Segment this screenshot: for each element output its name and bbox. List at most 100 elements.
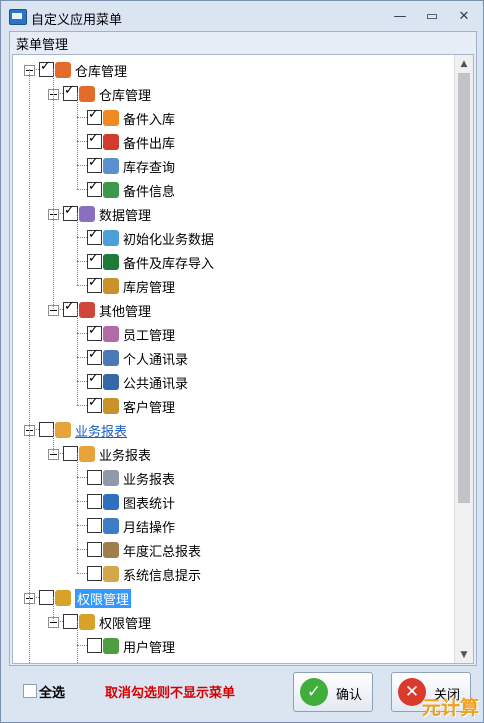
node-checkbox[interactable] [63, 446, 78, 461]
node-checkbox[interactable] [39, 590, 54, 605]
confirm-button[interactable]: ✓ 确认 [293, 672, 373, 712]
tree-guide-line [77, 93, 78, 189]
node-label[interactable]: 备件信息 [123, 181, 175, 200]
tree-node[interactable]: 业务报表 [13, 442, 453, 466]
close-window-button[interactable]: ✕ [451, 7, 477, 25]
node-label[interactable]: 备件入库 [123, 109, 175, 128]
tree-node[interactable]: 年度汇总报表 [13, 538, 453, 562]
node-checkbox[interactable] [87, 131, 102, 149]
node-label[interactable]: 员工管理 [123, 325, 175, 344]
node-checkbox[interactable] [87, 107, 102, 125]
node-label[interactable]: 月结操作 [123, 517, 175, 536]
tree-node[interactable]: 库存查询 [13, 154, 453, 178]
node-checkbox[interactable] [87, 155, 102, 173]
node-label[interactable]: 个人通讯录 [123, 349, 188, 368]
node-checkbox[interactable] [87, 275, 102, 293]
tree-node[interactable]: 用户管理 [13, 634, 453, 658]
tree-node[interactable]: 图表统计 [13, 490, 453, 514]
node-checkbox[interactable] [87, 494, 102, 509]
doc-icon [103, 470, 119, 486]
tree-node[interactable]: 权限管理 [13, 610, 453, 634]
node-checkbox[interactable] [87, 347, 102, 365]
tree-guide-line [53, 69, 54, 309]
node-checkbox[interactable] [87, 638, 102, 653]
minimize-button[interactable]: — [387, 7, 413, 25]
tree-node[interactable]: 备件出库 [13, 130, 453, 154]
node-checkbox[interactable] [87, 470, 102, 485]
vertical-scrollbar[interactable]: ▲ ▼ [454, 55, 473, 663]
tree-node[interactable]: 业务报表 [13, 466, 453, 490]
tree-node[interactable]: 备件入库 [13, 106, 453, 130]
info-icon [103, 182, 119, 198]
node-checkbox[interactable] [87, 227, 102, 245]
tree-node[interactable]: 个人通讯录 [13, 346, 453, 370]
node-label[interactable]: 图表统计 [123, 493, 175, 512]
node-checkbox[interactable] [87, 542, 102, 557]
tree-node[interactable]: 权限管理 [13, 586, 453, 610]
tree-node[interactable]: 备件及库存导入 [13, 250, 453, 274]
node-checkbox[interactable] [87, 518, 102, 533]
node-checkbox[interactable] [39, 59, 54, 77]
minus-bar-icon [103, 134, 119, 150]
menu-management-group: 菜单管理 仓库管理仓库管理备件入库备件出库库存查询备件信息数据管理初始化业务数据… [9, 31, 477, 666]
restore-button[interactable]: ▭ [419, 7, 445, 25]
plus-arrow-icon [103, 110, 119, 126]
node-label[interactable]: 备件出库 [123, 133, 175, 152]
node-checkbox[interactable] [87, 179, 102, 197]
node-label[interactable]: 仓库管理 [75, 61, 127, 80]
warehouse-icon [55, 62, 71, 78]
node-checkbox[interactable] [63, 83, 78, 101]
scroll-up-icon[interactable]: ▲ [455, 55, 473, 72]
scroll-down-icon[interactable]: ▼ [455, 646, 473, 663]
node-label[interactable]: 库存查询 [123, 157, 175, 176]
node-checkbox[interactable] [63, 614, 78, 629]
app-window: 自定义应用菜单 — ▭ ✕ 菜单管理 仓库管理仓库管理备件入库备件出库库存查询备… [0, 0, 484, 723]
node-checkbox[interactable] [87, 395, 102, 413]
node-label[interactable]: 初始化业务数据 [123, 229, 214, 248]
other-icon [79, 302, 95, 318]
scroll-thumb[interactable] [458, 73, 470, 503]
tree-node[interactable]: 仓库管理 [13, 58, 453, 82]
node-label[interactable]: 仓库管理 [99, 85, 151, 104]
node-checkbox[interactable] [87, 323, 102, 341]
node-checkbox[interactable] [87, 251, 102, 269]
select-all-label[interactable]: 全选 [39, 682, 65, 701]
node-checkbox[interactable] [87, 566, 102, 581]
tree-node[interactable]: 系统信息提示 [13, 562, 453, 586]
tree-node[interactable]: 月结操作 [13, 514, 453, 538]
node-label[interactable]: 库房管理 [123, 277, 175, 296]
tree-node[interactable]: 备件信息 [13, 178, 453, 202]
tree-node[interactable]: 初始化业务数据 [13, 226, 453, 250]
tree-node[interactable]: 公共通讯录 [13, 370, 453, 394]
tree-guide-line [77, 453, 78, 573]
node-label[interactable]: 年度汇总报表 [123, 541, 201, 560]
tree-node[interactable]: 仓库管理 [13, 82, 453, 106]
node-label[interactable]: 备件及库存导入 [123, 253, 214, 272]
select-all-checkbox[interactable] [23, 684, 37, 698]
tree-node[interactable]: 库房管理 [13, 274, 453, 298]
node-label[interactable]: 业务报表 [75, 421, 127, 440]
tree-guide-line [53, 597, 54, 621]
user-icon [103, 638, 119, 654]
node-label[interactable]: 权限管理 [99, 613, 151, 632]
node-checkbox[interactable] [63, 299, 78, 317]
node-label[interactable]: 业务报表 [123, 469, 175, 488]
node-label[interactable]: 业务报表 [99, 445, 151, 464]
tree-guide-line [77, 621, 78, 663]
node-checkbox[interactable] [63, 203, 78, 221]
node-label[interactable]: 公共通讯录 [123, 373, 188, 392]
tree-node[interactable]: 员工管理 [13, 322, 453, 346]
node-label[interactable]: 其他管理 [99, 301, 151, 320]
tree-node[interactable]: 其他管理 [13, 298, 453, 322]
node-label[interactable]: 系统信息提示 [123, 565, 201, 584]
node-checkbox[interactable] [39, 422, 54, 437]
tree-node[interactable]: 业务报表 [13, 418, 453, 442]
node-label[interactable]: 用户管理 [123, 637, 175, 656]
node-label[interactable]: 数据管理 [99, 205, 151, 224]
tree-node[interactable]: 数据管理 [13, 202, 453, 226]
tree-node[interactable]: 客户管理 [13, 394, 453, 418]
node-label[interactable]: 客户管理 [123, 397, 175, 416]
node-label[interactable]: 权限管理 [75, 589, 132, 608]
node-checkbox[interactable] [87, 371, 102, 389]
tree-guide-line [77, 213, 78, 285]
